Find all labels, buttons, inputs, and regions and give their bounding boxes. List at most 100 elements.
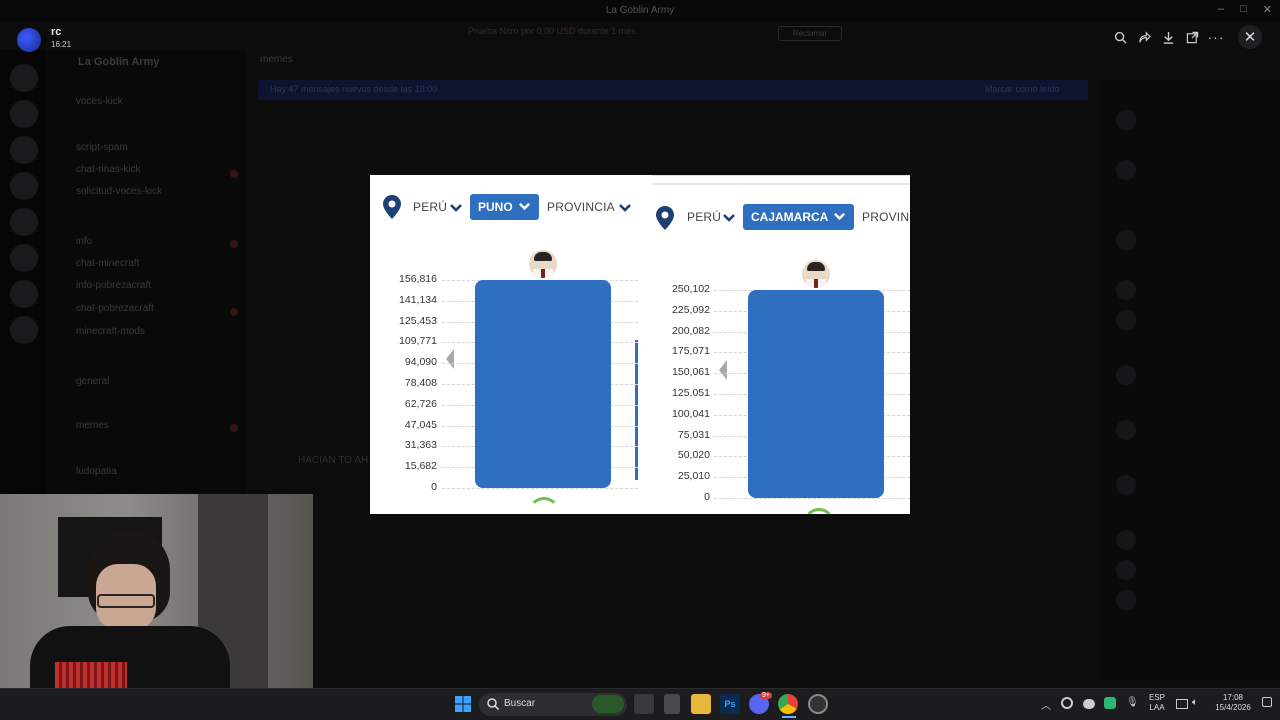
chevron-up-icon[interactable]: ︿: [1041, 697, 1051, 712]
channel-item[interactable]: info-pobrezacraft: [76, 280, 151, 291]
avatar[interactable]: [1116, 160, 1136, 180]
app-icon[interactable]: [664, 694, 680, 714]
chevron-down-icon[interactable]: [722, 211, 736, 225]
microphone-icon[interactable]: 🎙︎: [1126, 697, 1139, 708]
lang-bottom: LAA: [1149, 703, 1165, 712]
avatar[interactable]: [1116, 280, 1136, 300]
server-icon[interactable]: [10, 244, 38, 272]
channel-item[interactable]: chat-minecraft: [76, 258, 139, 269]
active-indicator: [782, 716, 796, 718]
region-label: PUNO: [478, 200, 513, 214]
image-viewer[interactable]: PERÚ PUNO PROVINCIA 0 15,682 31,363 47,045 6…: [370, 175, 910, 514]
close-icon[interactable]: ✕: [1238, 25, 1262, 49]
download-icon[interactable]: [1156, 25, 1180, 49]
app-icon[interactable]: [808, 694, 828, 714]
country-selector[interactable]: PERÚ: [413, 200, 447, 214]
region-selector[interactable]: PUNO: [470, 194, 539, 220]
file-explorer-icon[interactable]: [691, 694, 711, 714]
server-icon[interactable]: [10, 280, 38, 308]
results-panel-puno: PERÚ PUNO PROVINCIA 0 15,682 31,363 47,045 6…: [370, 175, 638, 514]
unread-badge: [230, 308, 238, 316]
date-text: 15/4/2026: [1215, 703, 1251, 712]
country-selector[interactable]: PERÚ: [687, 210, 721, 224]
region-selector[interactable]: CAJAMARCA: [743, 204, 854, 230]
channel-item[interactable]: ludopatia: [76, 466, 117, 477]
volume-icon[interactable]: 🔈︎: [1192, 697, 1198, 708]
tray-app-icon[interactable]: [1061, 697, 1073, 709]
y-tick-label: 109,771: [399, 335, 437, 348]
windows-start-icon[interactable]: [455, 696, 471, 712]
avatar[interactable]: [1116, 590, 1136, 610]
y-tick-label: 0: [431, 481, 437, 493]
y-tick-label: 150,061: [672, 366, 710, 379]
y-tick-label: 175,071: [672, 345, 710, 358]
y-tick-label: 50,020: [677, 449, 710, 462]
guild-name[interactable]: La Goblin Army: [78, 56, 160, 68]
location-pin-icon: [656, 206, 674, 230]
avatar[interactable]: [1116, 560, 1136, 580]
clock[interactable]: 17:08 15/4/2026: [1213, 693, 1253, 713]
server-icon[interactable]: [10, 172, 38, 200]
language-indicator[interactable]: ESP LAA: [1149, 693, 1165, 713]
chevron-down-icon[interactable]: [449, 201, 463, 215]
bar[interactable]: [475, 280, 611, 488]
window-controls[interactable]: – □ ✕: [1210, 3, 1280, 19]
message-preview: HACIAN TO AH: [298, 455, 369, 466]
avatar[interactable]: [1116, 420, 1136, 440]
chrome-icon[interactable]: [778, 694, 798, 714]
candidate-photo: [527, 248, 559, 280]
y-tick-label: 62,726: [404, 397, 437, 410]
zoom-icon[interactable]: [1108, 25, 1132, 49]
more-icon[interactable]: ···: [1204, 25, 1228, 49]
avatar[interactable]: [1116, 530, 1136, 550]
y-tick-label: 47,045: [404, 418, 437, 431]
minimize-icon[interactable]: –: [1218, 3, 1224, 19]
server-icon[interactable]: [10, 64, 38, 92]
channel-item[interactable]: chat-pobrezacraft: [76, 303, 154, 314]
photoshop-icon[interactable]: Ps: [720, 694, 740, 714]
channel-item[interactable]: general: [76, 376, 109, 387]
server-icon[interactable]: [10, 208, 38, 236]
server-icon[interactable]: [10, 316, 38, 344]
maximize-icon[interactable]: □: [1240, 3, 1247, 19]
glasses: [97, 594, 155, 608]
prev-arrow-icon[interactable]: [719, 360, 727, 380]
network-icon[interactable]: [1176, 699, 1188, 709]
channel-item[interactable]: memes: [76, 420, 109, 431]
channel-item[interactable]: solicitud-voces-kick: [76, 186, 162, 197]
task-view-icon[interactable]: [634, 694, 654, 714]
server-icon[interactable]: [10, 136, 38, 164]
avatar[interactable]: [1116, 230, 1136, 250]
open-icon[interactable]: [1180, 25, 1204, 49]
avatar[interactable]: [1116, 365, 1136, 385]
avatar[interactable]: [1116, 475, 1136, 495]
microphone: [55, 662, 127, 688]
y-tick-label: 125,051: [672, 387, 710, 399]
server-icon[interactable]: [10, 100, 38, 128]
prev-arrow-icon[interactable]: [446, 349, 454, 369]
search-highlight-icon[interactable]: [592, 695, 624, 713]
tray-app-icon[interactable]: [1104, 697, 1116, 709]
channel-item[interactable]: info: [76, 236, 92, 247]
account-time: 16:21: [51, 40, 72, 49]
mark-read-link[interactable]: Marcar como leído: [985, 84, 1060, 94]
channel-item[interactable]: minecraft-mods: [76, 326, 145, 337]
province-selector[interactable]: PROVINCIA: [862, 210, 910, 224]
candidate-photo: [800, 258, 832, 290]
notification-icon[interactable]: [1262, 697, 1272, 707]
avatar[interactable]: [1116, 310, 1136, 330]
cloud-icon[interactable]: [1083, 699, 1095, 709]
member-list: [1100, 80, 1280, 680]
notice-button[interactable]: Reclamar: [778, 26, 842, 41]
bar[interactable]: [748, 290, 884, 498]
channel-item[interactable]: chat-rinas-kick: [76, 164, 140, 175]
channel-item[interactable]: script-spam: [76, 142, 128, 153]
close-window-icon[interactable]: ✕: [1263, 3, 1272, 19]
window-title: La Goblin Army: [605, 5, 675, 16]
province-selector[interactable]: PROVINCIA: [547, 200, 615, 214]
channel-item[interactable]: voces-kick: [76, 96, 123, 107]
chevron-down-icon[interactable]: [618, 201, 632, 215]
avatar[interactable]: [1116, 110, 1136, 130]
y-tick-label: 75,031: [677, 428, 710, 441]
share-icon[interactable]: [1132, 25, 1156, 49]
